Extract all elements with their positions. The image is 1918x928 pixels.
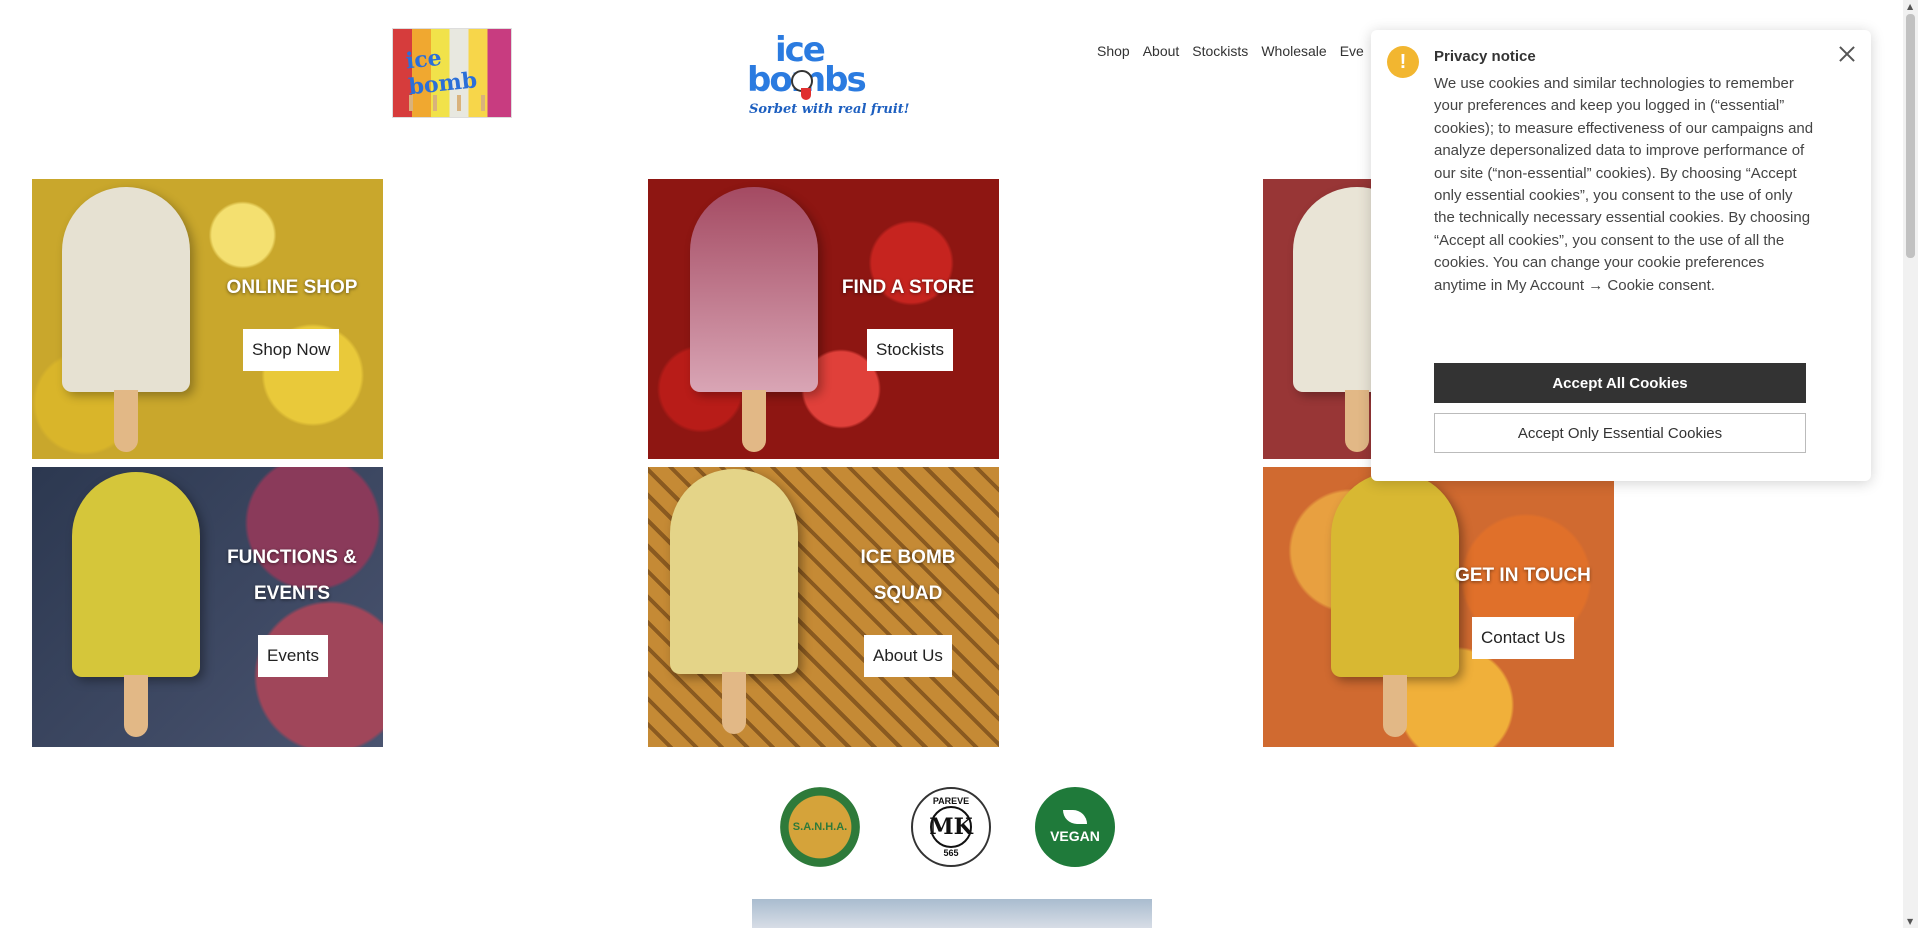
tile-title-line2: EVENTS	[253, 583, 331, 604]
popsicle-stick	[1383, 675, 1407, 737]
tile-ice-bomb-squad[interactable]: ICE BOMB SQUAD About Us	[648, 467, 999, 747]
main-nav: Shop About Stockists Wholesale Eve	[1097, 43, 1377, 59]
accept-all-cookies-button[interactable]: Accept All Cookies	[1434, 363, 1806, 403]
tile-title-line1: FUNCTIONS &	[227, 547, 357, 568]
vegan-text: VEGAN	[1050, 828, 1100, 844]
privacy-notice-body: We use cookies and similar technologies …	[1434, 75, 1814, 294]
tile-title: FIND A STORE	[841, 277, 975, 298]
popsicle-stick	[114, 390, 138, 452]
tile-title: ONLINE SHOP	[226, 277, 358, 298]
contact-us-button[interactable]: Contact Us	[1472, 617, 1575, 659]
popsicle-stick	[1345, 390, 1369, 452]
vegan-badge: VEGAN	[1035, 787, 1115, 867]
stick-shape	[409, 95, 413, 111]
close-icon[interactable]	[1835, 42, 1859, 66]
page-scrollbar[interactable]: ▲ ▼	[1903, 0, 1918, 928]
logo-tongue-icon	[801, 88, 811, 100]
shop-now-button[interactable]: Shop Now	[243, 329, 340, 371]
scroll-up-arrow-icon[interactable]: ▲	[1907, 2, 1913, 11]
scroll-down-arrow-icon[interactable]: ▼	[1907, 917, 1913, 926]
nav-item-shop[interactable]: Shop	[1097, 43, 1130, 59]
stick-shape	[481, 95, 485, 111]
about-us-button[interactable]: About Us	[864, 635, 952, 677]
logo-tagline: Sorbet with real fruit!	[749, 102, 910, 117]
tile-title: GET IN TOUCH	[1455, 565, 1591, 586]
stick-shape	[457, 95, 461, 111]
tile-title-line2: SQUAD	[873, 583, 943, 604]
popsicle-stick	[124, 675, 148, 737]
bottom-banner-image	[752, 899, 1152, 928]
popsicle-image	[670, 469, 798, 674]
leaf-icon	[1063, 810, 1087, 824]
nav-item-wholesale[interactable]: Wholesale	[1261, 43, 1326, 59]
nav-item-stockists[interactable]: Stockists	[1192, 43, 1248, 59]
accept-essential-cookies-button[interactable]: Accept Only Essential Cookies	[1434, 413, 1806, 453]
pareve-mk-mark: MK	[929, 806, 973, 848]
thumbnail-text: ice bomb	[404, 44, 479, 101]
popsicle-stick	[742, 390, 766, 452]
privacy-notice-dialog: ! Privacy notice We use cookies and simi…	[1371, 30, 1871, 481]
stick-shape	[433, 95, 437, 111]
tile-online-shop[interactable]: ONLINE SHOP Shop Now	[32, 179, 383, 459]
warning-icon: !	[1387, 46, 1419, 78]
privacy-notice-title: Privacy notice	[1434, 48, 1536, 65]
nav-item-events[interactable]: Eve	[1340, 43, 1364, 59]
site-logo[interactable]: ice bombs Sorbet with real fruit!	[745, 30, 909, 126]
tile-get-in-touch[interactable]: GET IN TOUCH Contact Us	[1263, 467, 1614, 747]
popsicle-stick	[722, 672, 746, 734]
stockists-button[interactable]: Stockists	[867, 329, 954, 371]
pareve-text: PAREVE	[932, 796, 970, 806]
popsicle-image	[690, 187, 818, 392]
pareve-badge: PAREVE MK 565	[911, 787, 991, 867]
popsicle-image	[62, 187, 190, 392]
halaal-text: S.A.N.H.A.	[792, 821, 848, 833]
nav-item-about[interactable]: About	[1143, 43, 1180, 59]
tile-title-line1: ICE BOMB	[860, 547, 956, 568]
popsicle-image	[72, 472, 200, 677]
tile-functions-events[interactable]: FUNCTIONS & EVENTS Events	[32, 467, 383, 747]
halaal-badge: S.A.N.H.A.	[780, 787, 860, 867]
header-product-thumbnail[interactable]: ice bomb	[392, 28, 512, 118]
events-button[interactable]: Events	[258, 635, 328, 677]
pareve-number: 565	[943, 848, 959, 858]
tile-find-a-store[interactable]: FIND A STORE Stockists	[648, 179, 999, 459]
scrollbar-thumb[interactable]	[1906, 14, 1915, 258]
